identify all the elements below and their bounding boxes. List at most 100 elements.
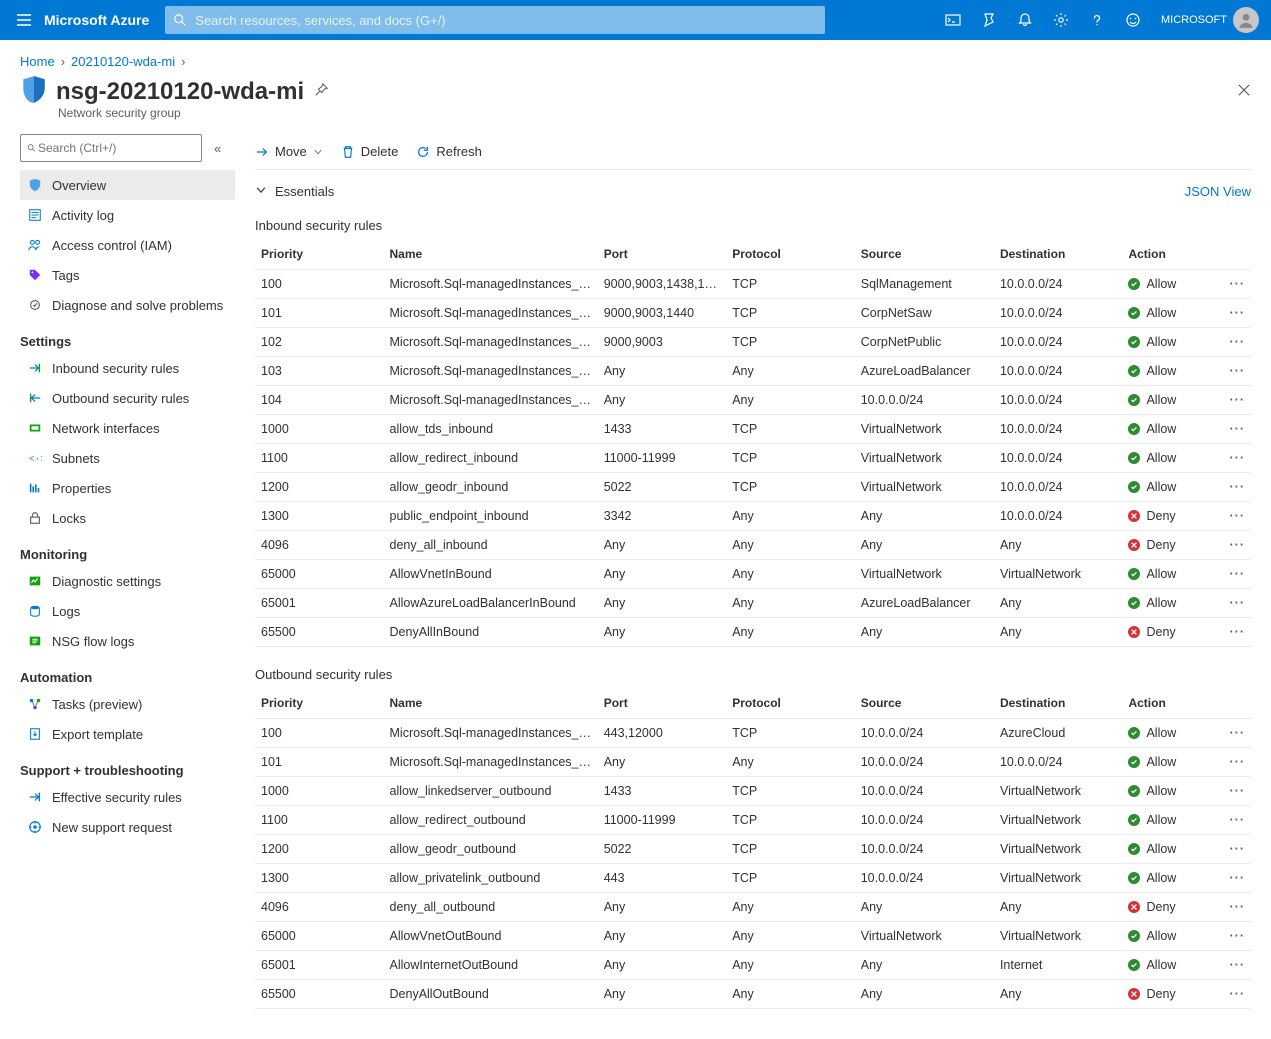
row-menu-button[interactable]: ··· — [1219, 589, 1251, 618]
row-menu-button[interactable]: ··· — [1219, 415, 1251, 444]
row-menu-button[interactable]: ··· — [1219, 386, 1251, 415]
column-header-destination[interactable]: Destination — [994, 239, 1123, 270]
sidebar-search-input[interactable] — [36, 140, 195, 156]
sidebar-item-outbound-security-rules[interactable]: Outbound security rules — [20, 383, 235, 413]
directory-icon[interactable] — [971, 0, 1007, 40]
global-search[interactable] — [165, 6, 825, 34]
account-menu[interactable]: MICROSOFT — [1157, 7, 1263, 33]
table-row[interactable]: 101Microsoft.Sql-managedInstances_U...An… — [255, 748, 1251, 777]
sidebar-item-export-template[interactable]: Export template — [20, 719, 235, 749]
sidebar-item-properties[interactable]: Properties — [20, 473, 235, 503]
sidebar-item-inbound-security-rules[interactable]: Inbound security rules — [20, 353, 235, 383]
sidebar-item-nsg-flow-logs[interactable]: NSG flow logs — [20, 626, 235, 656]
column-header-port[interactable]: Port — [598, 688, 727, 719]
column-header-action[interactable]: Action — [1122, 688, 1218, 719]
row-menu-button[interactable]: ··· — [1219, 473, 1251, 502]
global-search-input[interactable] — [193, 12, 817, 29]
table-row[interactable]: 4096deny_all_outboundAnyAnyAnyAnyDeny··· — [255, 893, 1251, 922]
sidebar-item-activity-log[interactable]: Activity log — [20, 200, 235, 230]
settings-icon[interactable] — [1043, 0, 1079, 40]
table-row[interactable]: 65001AllowAzureLoadBalancerInBoundAnyAny… — [255, 589, 1251, 618]
sidebar-item-tasks-preview-[interactable]: Tasks (preview) — [20, 689, 235, 719]
sidebar-item-new-support-request[interactable]: New support request — [20, 812, 235, 842]
json-view-link[interactable]: JSON View — [1185, 184, 1251, 199]
essentials-toggle[interactable]: Essentials — [255, 176, 334, 206]
row-menu-button[interactable]: ··· — [1219, 777, 1251, 806]
table-row[interactable]: 1000allow_tds_inbound1433TCPVirtualNetwo… — [255, 415, 1251, 444]
table-row[interactable]: 1300public_endpoint_inbound3342AnyAny10.… — [255, 502, 1251, 531]
row-menu-button[interactable]: ··· — [1219, 719, 1251, 748]
row-menu-button[interactable]: ··· — [1219, 835, 1251, 864]
notifications-icon[interactable] — [1007, 0, 1043, 40]
sidebar-item-tags[interactable]: Tags — [20, 260, 235, 290]
column-header-name[interactable]: Name — [384, 688, 598, 719]
row-menu-button[interactable]: ··· — [1219, 531, 1251, 560]
column-header-priority[interactable]: Priority — [255, 239, 384, 270]
column-header-protocol[interactable]: Protocol — [726, 239, 855, 270]
row-menu-button[interactable]: ··· — [1219, 357, 1251, 386]
table-row[interactable]: 1100allow_redirect_inbound11000-11999TCP… — [255, 444, 1251, 473]
table-row[interactable]: 101Microsoft.Sql-managedInstances_U...90… — [255, 299, 1251, 328]
row-menu-button[interactable]: ··· — [1219, 748, 1251, 777]
table-row[interactable]: 1200allow_geodr_outbound5022TCP10.0.0.0/… — [255, 835, 1251, 864]
menu-button[interactable] — [8, 4, 40, 36]
column-header-action[interactable]: Action — [1122, 239, 1218, 270]
table-row[interactable]: 65001AllowInternetOutBoundAnyAnyAnyInter… — [255, 951, 1251, 980]
table-row[interactable]: 1100allow_redirect_outbound11000-11999TC… — [255, 806, 1251, 835]
column-header-port[interactable]: Port — [598, 239, 727, 270]
close-button[interactable] — [1237, 83, 1251, 100]
column-header-protocol[interactable]: Protocol — [726, 688, 855, 719]
row-menu-button[interactable]: ··· — [1219, 328, 1251, 357]
table-row[interactable]: 4096deny_all_inboundAnyAnyAnyAnyDeny··· — [255, 531, 1251, 560]
feedback-icon[interactable] — [1115, 0, 1151, 40]
table-row[interactable]: 1000allow_linkedserver_outbound1433TCP10… — [255, 777, 1251, 806]
sidebar-item-diagnostic-settings[interactable]: Diagnostic settings — [20, 566, 235, 596]
table-row[interactable]: 65000AllowVnetOutBoundAnyAnyVirtualNetwo… — [255, 922, 1251, 951]
breadcrumb-item[interactable]: 20210120-wda-mi — [71, 54, 175, 69]
table-row[interactable]: 102Microsoft.Sql-managedInstances_U...90… — [255, 328, 1251, 357]
column-header-priority[interactable]: Priority — [255, 688, 384, 719]
column-header-source[interactable]: Source — [855, 688, 994, 719]
row-menu-button[interactable]: ··· — [1219, 270, 1251, 299]
cloud-shell-icon[interactable] — [935, 0, 971, 40]
row-menu-button[interactable]: ··· — [1219, 922, 1251, 951]
brand[interactable]: Microsoft Azure — [44, 12, 149, 28]
pin-button[interactable] — [314, 83, 328, 100]
table-row[interactable]: 1300allow_privatelink_outbound443TCP10.0… — [255, 864, 1251, 893]
column-header-source[interactable]: Source — [855, 239, 994, 270]
table-row[interactable]: 103Microsoft.Sql-managedInstances_U...An… — [255, 357, 1251, 386]
column-header-name[interactable]: Name — [384, 239, 598, 270]
sidebar-item-network-interfaces[interactable]: Network interfaces — [20, 413, 235, 443]
move-button[interactable]: Move — [255, 144, 323, 159]
sidebar-item-logs[interactable]: Logs — [20, 596, 235, 626]
column-header-destination[interactable]: Destination — [994, 688, 1123, 719]
row-menu-button[interactable]: ··· — [1219, 864, 1251, 893]
row-menu-button[interactable]: ··· — [1219, 980, 1251, 1009]
row-menu-button[interactable]: ··· — [1219, 560, 1251, 589]
row-menu-button[interactable]: ··· — [1219, 299, 1251, 328]
table-row[interactable]: 100Microsoft.Sql-managedInstances_U...44… — [255, 719, 1251, 748]
breadcrumb-home[interactable]: Home — [20, 54, 55, 69]
table-row[interactable]: 65000AllowVnetInBoundAnyAnyVirtualNetwor… — [255, 560, 1251, 589]
collapse-sidebar-button[interactable]: « — [214, 141, 221, 156]
row-menu-button[interactable]: ··· — [1219, 893, 1251, 922]
sidebar-item-diagnose-and-solve-problems[interactable]: Diagnose and solve problems — [20, 290, 235, 320]
table-row[interactable]: 100Microsoft.Sql-managedInstances_U...90… — [255, 270, 1251, 299]
sidebar-item-subnets[interactable]: <·>Subnets — [20, 443, 235, 473]
row-menu-button[interactable]: ··· — [1219, 951, 1251, 980]
refresh-button[interactable]: Refresh — [416, 144, 482, 159]
sidebar-item-access-control-iam-[interactable]: Access control (IAM) — [20, 230, 235, 260]
sidebar-search[interactable] — [20, 134, 202, 162]
sidebar-item-effective-security-rules[interactable]: Effective security rules — [20, 782, 235, 812]
row-menu-button[interactable]: ··· — [1219, 806, 1251, 835]
table-row[interactable]: 65500DenyAllOutBoundAnyAnyAnyAnyDeny··· — [255, 980, 1251, 1009]
table-row[interactable]: 1200allow_geodr_inbound5022TCPVirtualNet… — [255, 473, 1251, 502]
sidebar-item-locks[interactable]: Locks — [20, 503, 235, 533]
table-row[interactable]: 104Microsoft.Sql-managedInstances_U...An… — [255, 386, 1251, 415]
table-row[interactable]: 65500DenyAllInBoundAnyAnyAnyAnyDeny··· — [255, 618, 1251, 647]
sidebar-item-overview[interactable]: Overview — [20, 170, 235, 200]
row-menu-button[interactable]: ··· — [1219, 618, 1251, 647]
delete-button[interactable]: Delete — [341, 144, 399, 159]
help-icon[interactable] — [1079, 0, 1115, 40]
row-menu-button[interactable]: ··· — [1219, 502, 1251, 531]
